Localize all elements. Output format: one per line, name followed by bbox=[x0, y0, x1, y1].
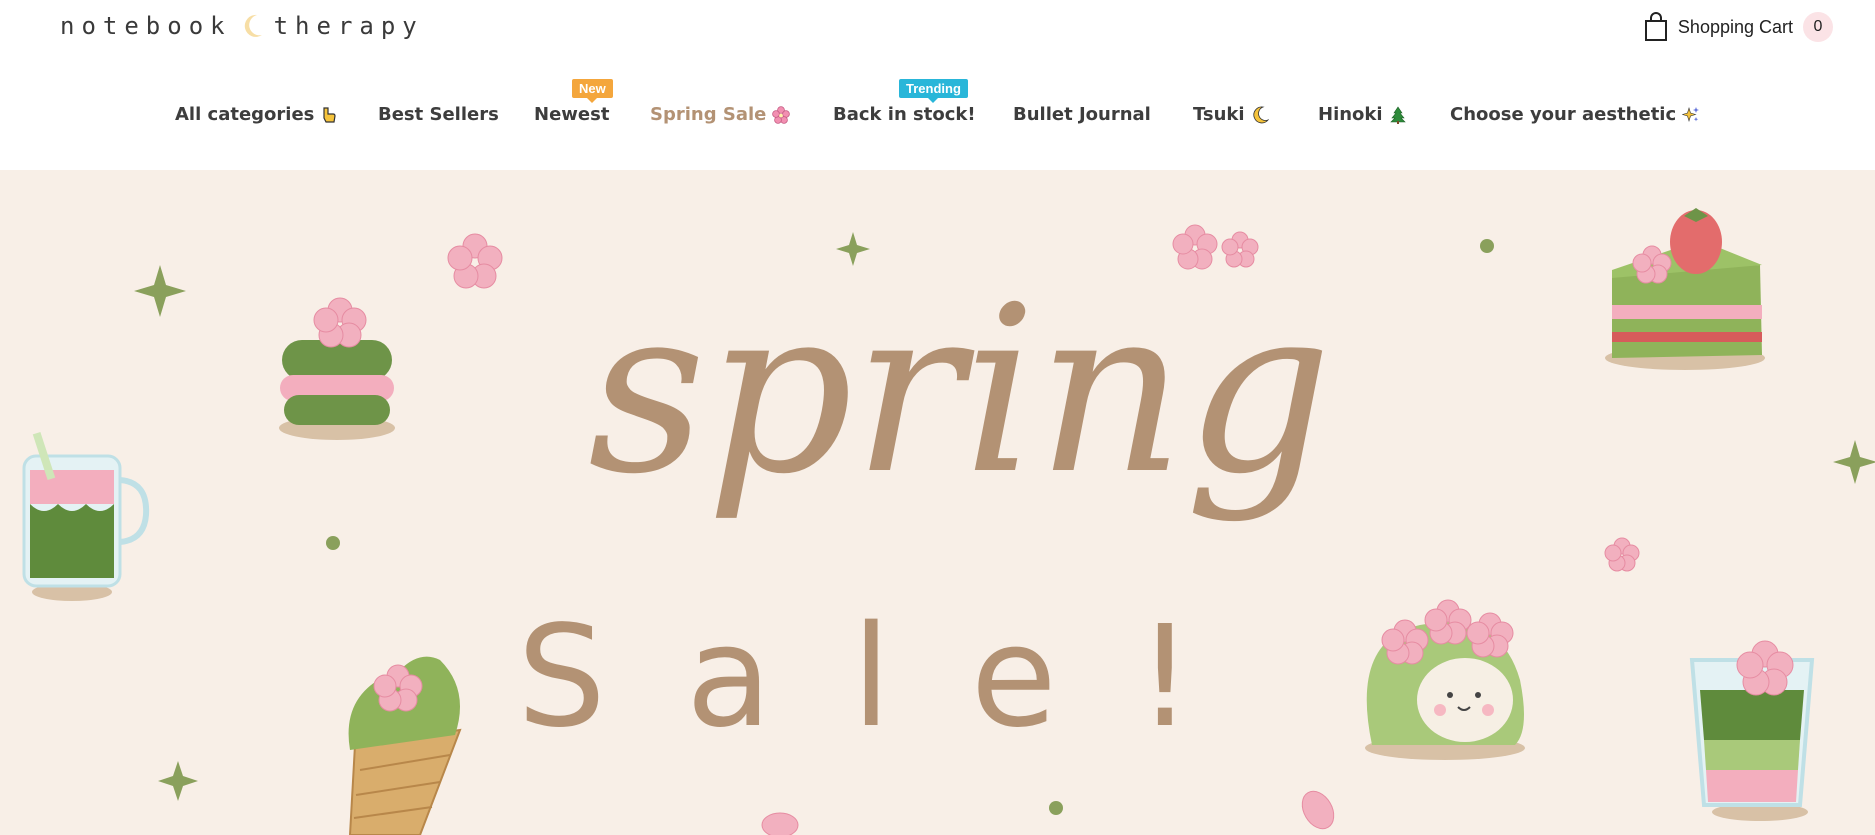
nav-item-label: Bullet Journal bbox=[1013, 104, 1151, 125]
sparkles-icon bbox=[1682, 106, 1700, 122]
nav-item-label: Hinoki bbox=[1318, 104, 1383, 125]
nav-item-label: Newest bbox=[534, 104, 610, 125]
logo-text-right: therapy bbox=[273, 12, 424, 40]
nav-item-bullet-journal[interactable]: Bullet Journal bbox=[1013, 104, 1151, 125]
nav-item-label: Spring Sale bbox=[650, 104, 767, 125]
matcha-parfait-icon bbox=[1689, 640, 1815, 821]
nav-item-best-sellers[interactable]: Best Sellers bbox=[378, 104, 499, 125]
nav-item-spring-sale[interactable]: Spring Sale bbox=[650, 104, 791, 125]
logo-text-left: notebook bbox=[60, 12, 232, 40]
hero-headline-print: Sale! bbox=[517, 596, 1273, 759]
shopping-bag-icon bbox=[1644, 12, 1667, 41]
nav-item-label: Back in stock! bbox=[833, 104, 976, 125]
cherry-blossom-icon bbox=[772, 105, 791, 124]
spring-sale-hero-banner[interactable]: spring Sale! bbox=[0, 170, 1875, 835]
shopping-cart-label: Shopping Cart bbox=[1677, 16, 1793, 37]
ice-cream-cone-icon bbox=[348, 656, 462, 835]
strawberry-cake-icon bbox=[1605, 208, 1765, 370]
matcha-drink-icon bbox=[22, 431, 150, 601]
nav-item-label: All categories bbox=[175, 104, 315, 125]
cat-roll-cake-icon bbox=[1365, 599, 1525, 760]
shopping-cart-button[interactable]: Shopping Cart 0 bbox=[1644, 12, 1833, 42]
trending-badge: Trending bbox=[899, 79, 968, 103]
main-nav: All categories Best Sellers New Newest S… bbox=[0, 79, 1875, 134]
hero-illustration: spring Sale! bbox=[22, 208, 1875, 835]
moon-logo-icon bbox=[244, 14, 262, 37]
crescent-moon-icon bbox=[1252, 106, 1269, 123]
nav-item-label: Tsuki bbox=[1193, 104, 1245, 125]
new-badge: New bbox=[572, 79, 613, 103]
pointing-hand-icon bbox=[323, 106, 336, 123]
site-logo[interactable]: notebook therapy bbox=[60, 12, 424, 40]
evergreen-tree-icon bbox=[1389, 105, 1406, 124]
cart-count-badge: 0 bbox=[1803, 12, 1833, 42]
nav-item-tsuki[interactable]: Tsuki bbox=[1193, 104, 1269, 125]
nav-item-all-categories[interactable]: All categories bbox=[175, 104, 338, 125]
nav-item-label: Best Sellers bbox=[378, 104, 499, 125]
nav-item-hinoki[interactable]: Hinoki bbox=[1318, 104, 1407, 125]
matcha-cake-icon bbox=[279, 297, 395, 440]
nav-item-choose-your-aesthetic[interactable]: Choose your aesthetic bbox=[1450, 104, 1700, 125]
nav-item-label: Choose your aesthetic bbox=[1450, 104, 1677, 125]
nav-item-back-in-stock[interactable]: Trending Back in stock! bbox=[833, 79, 976, 125]
site-header: notebook therapy Shopping Cart 0 All cat… bbox=[0, 0, 1875, 170]
nav-item-newest[interactable]: New Newest bbox=[534, 79, 613, 125]
hero-headline-script: spring bbox=[588, 258, 1332, 525]
